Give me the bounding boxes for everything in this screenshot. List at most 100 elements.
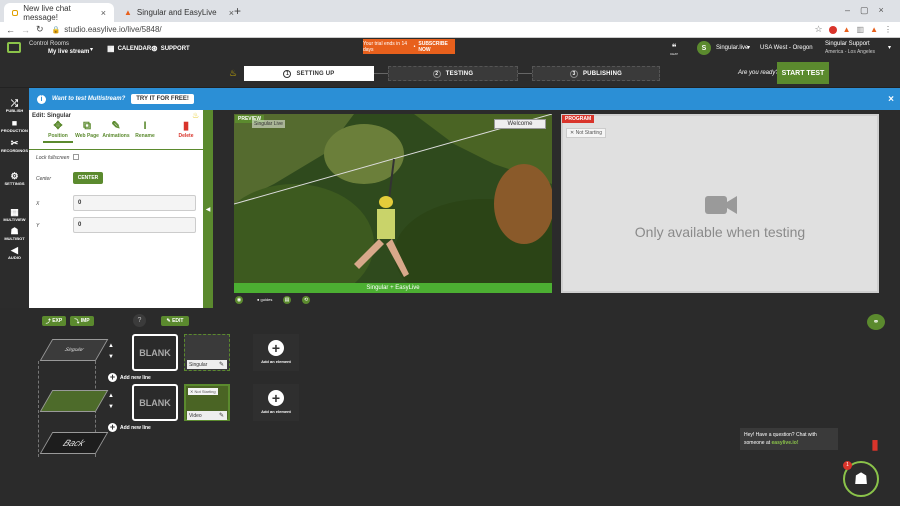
new-tab-button[interactable]: + [234,4,241,18]
rail-item-publish[interactable]: ⤮ PUBLISH [0,98,29,113]
user-name[interactable]: Singular Support [825,41,870,47]
subscribe-button[interactable]: SUBSCRIBE NOW [418,41,455,53]
close-icon: ✕ [570,130,575,136]
extension-singular-icon[interactable]: ▲ [843,25,851,34]
rail-item-recordings[interactable]: ✂ RECORDINGS [0,138,29,153]
close-icon[interactable]: × [101,8,106,18]
browser-tab-singular[interactable]: ▲ Singular and EasyLive × [116,3,242,22]
extension-warning-icon[interactable]: ▲ [870,25,878,34]
eye-icon[interactable]: ◉ [235,296,243,304]
rail-item-audio[interactable]: ◀ AUDIO [0,245,29,260]
start-test-button[interactable]: START TEST [777,62,829,84]
step-testing[interactable]: 2 TESTING [388,66,518,81]
add-line-button[interactable]: + Add new line [108,423,151,432]
blank-slot[interactable]: BLANK [132,384,178,421]
chevron-down-icon[interactable]: ▾ [90,46,93,53]
step-publishing[interactable]: 3 PUBLISHING [532,66,660,81]
element-card-singular[interactable]: Singular ✎ [184,334,230,371]
back-icon[interactable]: ← [6,25,15,35]
chevron-down-icon[interactable]: ▾ [747,44,750,51]
pencil-icon[interactable]: ✎ [219,361,224,368]
extension-icon[interactable]: ▥ [857,25,865,34]
plus-icon: + [268,390,284,406]
x-position-input[interactable]: 0 [73,195,196,211]
lightbulb-icon[interactable]: ♨ [192,111,199,120]
rail-item-production[interactable]: ■ PRODUCTION [0,118,29,133]
link-icon[interactable]: ⚭ [867,314,885,330]
region-label[interactable]: USA West - Oregon [760,45,813,51]
program-tag: PROGRAM [562,115,595,123]
calendar-link[interactable]: ▦ CALENDAR [107,44,151,53]
move-down-icon[interactable]: ▼ [108,404,114,410]
info-icon: i [37,94,46,104]
reload-icon[interactable]: ↻ [36,24,44,35]
extension-opera-icon[interactable] [828,25,837,34]
move-up-icon[interactable]: ▲ [108,393,114,399]
layer-card-back[interactable]: Back [39,432,109,454]
support-link[interactable]: ⊛ SUPPORT [151,44,190,53]
url-field[interactable]: studio.easylive.io/live/5848/ [64,25,161,34]
pencil-icon[interactable]: ✎ [219,412,224,419]
rail-item-settings[interactable]: ⚙ SETTINGS [0,171,29,186]
tool-web-page[interactable]: ⧉ Web Page [72,120,102,139]
close-icon[interactable]: × [888,94,894,105]
calendar-icon: ▦ [107,44,115,53]
forward-icon[interactable]: → [21,25,30,35]
preview-monitor[interactable]: PREVIEW Singular Live Welcome [234,114,552,293]
lock-fullscreen-checkbox[interactable] [73,154,79,160]
chevron-down-icon[interactable]: ▾ [888,44,891,51]
collapse-panel-button[interactable]: ◀ [203,110,213,308]
y-position-input[interactable]: 0 [73,217,196,233]
add-element-button[interactable]: + Add an element [253,334,299,371]
move-down-icon[interactable]: ▼ [108,354,114,360]
pencil-icon: ✎ [166,318,171,324]
rail-item-multibot[interactable]: ☗ MULTIBOT [0,226,29,241]
stream-selector[interactable]: My live stream [48,49,89,55]
import-button[interactable]: ⤵ IMP [70,316,94,326]
chat-link[interactable]: easylive.io! [772,440,799,446]
y-label: Y [36,223,40,229]
shuffle-icon: ⤮ [10,98,19,108]
step-number: 1 [283,69,292,78]
bookmark-star-icon[interactable]: ☆ [815,24,823,35]
tool-delete[interactable]: ▮ Delete [171,120,201,139]
tool-label: Position [48,133,68,139]
add-line-button[interactable]: + Add new line [108,373,151,382]
try-free-button[interactable]: TRY IT FOR FREE! [131,94,194,104]
tool-animations[interactable]: ✎ Animations [101,120,131,139]
banner-text: Want to test Multistream? [52,96,126,102]
rail-label: PRODUCTION [1,128,28,133]
step-setting-up[interactable]: 1 SETTING UP [244,66,374,81]
external-link-icon: ⧉ [83,120,91,132]
tool-rename[interactable]: I Rename [130,120,160,139]
center-button[interactable]: CENTER [73,172,103,184]
move-up-icon[interactable]: ▲ [108,343,114,349]
speaker-icon: ◀ [11,245,18,255]
edit-title: Edit: Singular [32,113,71,119]
sync-icon[interactable]: ⟲ [302,296,310,304]
export-button[interactable]: ⤴ EXP [42,316,66,326]
browser-menu-icon[interactable]: ⋮ [884,25,892,34]
account-selector[interactable]: Singular.live [716,45,748,51]
account-avatar[interactable]: S [697,41,711,55]
program-monitor[interactable]: PROGRAM ✕ Not Starting Only available wh… [561,114,879,293]
help-button[interactable]: ? [133,314,146,327]
window-controls[interactable]: –▢× [845,5,894,16]
add-element-button[interactable]: + Add an element [253,384,299,421]
step-connector [374,73,388,74]
blank-slot[interactable]: BLANK [132,334,178,371]
rail-item-multiview[interactable]: ▦ MULTIVIEW [0,207,29,222]
layout-icon[interactable]: ▤ [283,296,291,304]
tool-position[interactable]: ✥ Position [43,120,73,143]
layer-card-video[interactable] [39,390,109,412]
element-card-video[interactable]: ✕ Not Starting Video ✎ [184,384,230,421]
trash-icon[interactable]: ▮ [866,436,884,456]
lightbulb-icon[interactable]: ♨ [229,68,237,79]
layer-card-top[interactable]: Singular [39,339,109,361]
chat-prompt-bubble[interactable]: Hey! Have a question? Chat with someone … [740,428,838,450]
browser-tab-chat[interactable]: New live chat message! × [4,3,114,22]
edit-timeline-button[interactable]: ✎ EDIT [161,316,189,326]
trial-text: Your trial ends in 14 days [363,40,408,53]
trial-banner[interactable]: Your trial ends in 14 days • SUBSCRIBE N… [363,39,455,54]
guides-toggle[interactable]: ● guides [257,297,272,302]
